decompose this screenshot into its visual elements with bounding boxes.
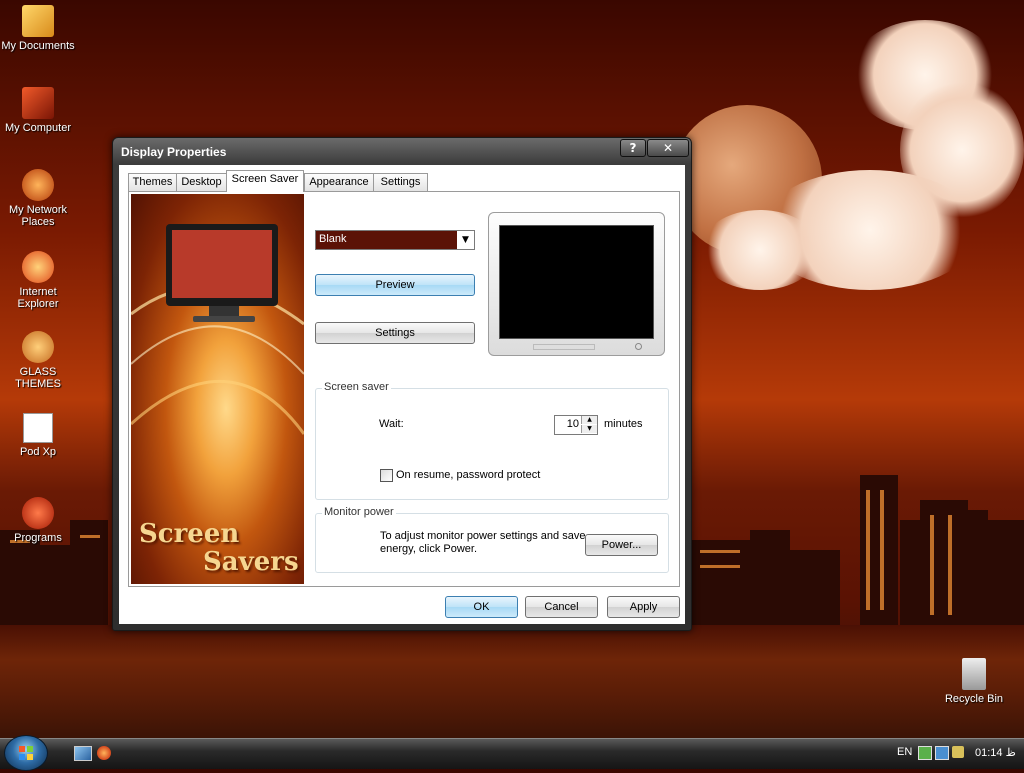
settings-button-label: Settings [375, 327, 415, 339]
monitor-slot [533, 344, 595, 350]
show-desktop-icon[interactable] [74, 746, 92, 761]
tab-label: Screen Saver [231, 173, 299, 185]
programs-icon [22, 497, 54, 529]
desktop-icon-label: Recycle Bin [944, 693, 1004, 705]
ok-button[interactable]: OK [445, 596, 518, 618]
password-protect-label: On resume, password protect [396, 469, 541, 481]
screen-saver-group: Screen saver Wait: 10 ▲ ▼ minutes On res… [315, 381, 669, 500]
desktop-icon-label: Programs [14, 532, 62, 544]
preview-screen [499, 225, 654, 339]
chevron-down-icon[interactable]: ▼ [457, 231, 474, 249]
minutes-label: minutes [604, 418, 643, 430]
desktop-icon-label: Internet Explorer [17, 286, 59, 310]
preview-button-label: Preview [375, 279, 415, 291]
help-button[interactable]: ? [620, 139, 646, 157]
screen-savers-artwork: Screen Savers [131, 194, 304, 584]
windows-orb-icon [22, 331, 54, 363]
network-tray-icon[interactable] [918, 746, 932, 760]
ok-button-label: OK [473, 601, 490, 613]
password-protect-checkbox[interactable] [380, 469, 393, 482]
screensaver-select[interactable]: Blank ▼ [315, 230, 475, 250]
desktop-icon-my-computer[interactable]: My Computer [0, 87, 76, 134]
desktop-icon-programs[interactable]: Programs [0, 497, 76, 544]
tab-label: Themes [132, 176, 173, 188]
monitor-preview [488, 212, 665, 356]
recycle-bin-icon [962, 658, 986, 690]
settings-button[interactable]: Settings [315, 322, 475, 344]
desktop-icon-label: GLASS THEMES [15, 366, 61, 390]
clock[interactable]: 01:14 ظ [975, 746, 1016, 759]
language-indicator[interactable]: EN [897, 746, 912, 758]
desktop-icon-recycle-bin[interactable]: Recycle Bin [936, 658, 1012, 705]
tab-themes[interactable]: Themes [128, 173, 177, 191]
spin-up-icon[interactable]: ▲ [581, 416, 597, 424]
tab-screen-saver[interactable]: Screen Saver [226, 170, 304, 192]
monitor-power-group-title: Monitor power [322, 506, 396, 518]
screen-saver-group-title: Screen saver [322, 381, 391, 393]
desktop-icon-internet-explorer[interactable]: Internet Explorer [0, 251, 76, 310]
spin-down-icon[interactable]: ▼ [581, 425, 597, 433]
close-icon: ✕ [662, 141, 674, 155]
tab-label: Settings [380, 176, 421, 188]
desktop-icon-label: Pod Xp [19, 446, 57, 458]
screen-saver-panel: Screen Savers Blank ▼ Preview Settings S… [128, 191, 680, 587]
wait-minutes-spinner[interactable]: 10 ▲ ▼ [554, 415, 598, 435]
monitor-power-group: Monitor power To adjust monitor power se… [315, 506, 669, 573]
folder-icon [22, 5, 54, 37]
display-properties-window: Display Properties ? ✕ Themes Desktop Sc… [112, 137, 692, 631]
cloud-decoration [700, 210, 820, 290]
tab-settings[interactable]: Settings [373, 173, 428, 191]
desktop-icon-label: My Computer [4, 122, 72, 134]
cancel-button[interactable]: Cancel [525, 596, 598, 618]
art-title-line2: Savers [203, 547, 299, 577]
document-icon [23, 413, 53, 443]
computer-icon [22, 87, 54, 119]
dialog-client-area: Themes Desktop Screen Saver Appearance S… [119, 165, 685, 624]
internet-explorer-icon [22, 251, 54, 283]
power-button[interactable]: Power... [585, 534, 658, 556]
tab-label: Appearance [309, 176, 369, 188]
art-title-line1: Screen [139, 519, 240, 549]
start-button[interactable] [4, 735, 48, 771]
apply-button-label: Apply [629, 601, 658, 613]
apply-button[interactable]: Apply [607, 596, 680, 618]
desktop-icon-label: My Documents [1, 40, 75, 52]
wait-value: 10 [566, 418, 579, 430]
window-title: Display Properties [121, 145, 227, 159]
preview-button[interactable]: Preview [315, 274, 475, 296]
taskbar [0, 738, 1024, 769]
tab-desktop[interactable]: Desktop [176, 173, 227, 191]
desktop-icon-my-documents[interactable]: My Documents [0, 5, 76, 52]
screensaver-select-value: Blank [319, 233, 347, 245]
desktop-icon-label: My Network Places [8, 204, 68, 228]
tab-appearance[interactable]: Appearance [304, 173, 374, 191]
desktop-icon-my-network-places[interactable]: My Network Places [0, 169, 76, 228]
desktop-icon-glass-themes[interactable]: GLASS THEMES [0, 331, 76, 390]
power-button-label: Power... [601, 539, 642, 551]
volume-tray-icon[interactable] [952, 746, 964, 758]
tab-label: Desktop [181, 176, 222, 188]
title-bar[interactable]: Display Properties ? ✕ [113, 138, 691, 166]
windows-logo-icon [19, 746, 33, 760]
close-button[interactable]: ✕ [647, 139, 689, 157]
network-icon [22, 169, 54, 201]
cancel-button-label: Cancel [544, 601, 579, 613]
wait-label: Wait: [379, 418, 404, 430]
security-tray-icon[interactable] [935, 746, 949, 760]
desktop-icon-pod-xp[interactable]: Pod Xp [0, 413, 76, 458]
help-icon: ? [629, 141, 637, 155]
monitor-power-led [635, 343, 642, 350]
monitor-power-description: To adjust monitor power settings and sav… [380, 530, 586, 555]
water-reflection [0, 625, 1024, 740]
internet-explorer-icon[interactable] [97, 746, 111, 760]
